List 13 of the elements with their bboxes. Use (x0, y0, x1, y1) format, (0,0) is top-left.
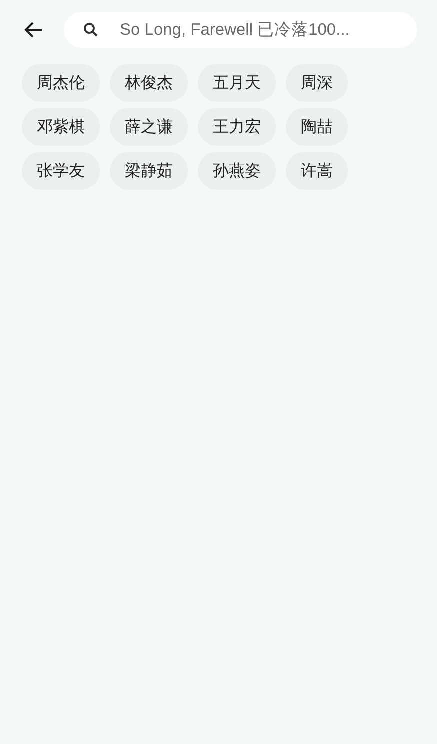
search-field[interactable]: So Long, Farewell 已冷落100... (64, 12, 417, 48)
tag-chip[interactable]: 周杰伦 (22, 64, 100, 102)
tag-chip[interactable]: 周深 (286, 64, 348, 102)
tag-chip[interactable]: 孙燕姿 (198, 152, 276, 190)
tag-chip[interactable]: 许嵩 (286, 152, 348, 190)
tag-chip[interactable]: 邓紫棋 (22, 108, 100, 146)
tag-chip[interactable]: 王力宏 (198, 108, 276, 146)
tag-chip[interactable]: 五月天 (198, 64, 276, 102)
tag-chip[interactable]: 张学友 (22, 152, 100, 190)
tag-chip[interactable]: 林俊杰 (110, 64, 188, 102)
tag-chip[interactable]: 陶喆 (286, 108, 348, 146)
tag-chip[interactable]: 薛之谦 (110, 108, 188, 146)
tag-chip[interactable]: 梁静茹 (110, 152, 188, 190)
